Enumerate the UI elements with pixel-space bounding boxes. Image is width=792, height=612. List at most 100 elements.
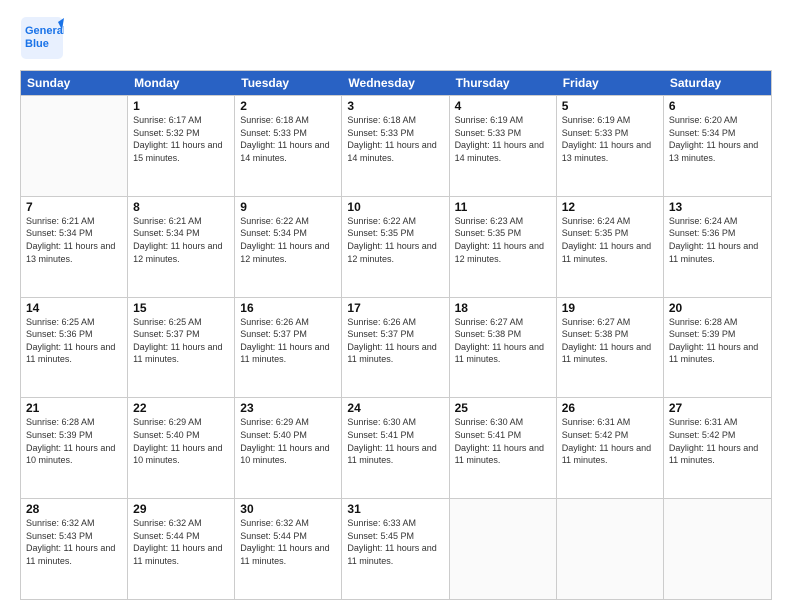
calendar-row-4: 21 Sunrise: 6:28 AMSunset: 5:39 PMDaylig…: [21, 397, 771, 498]
day-number: 16: [240, 301, 336, 315]
calendar-cell: 16 Sunrise: 6:26 AMSunset: 5:37 PMDaylig…: [235, 298, 342, 398]
day-info: Sunrise: 6:31 AMSunset: 5:42 PMDaylight:…: [562, 416, 658, 466]
page: General Blue SundayMondayTuesdayWednesda…: [0, 0, 792, 612]
day-number: 3: [347, 99, 443, 113]
calendar-cell: 5 Sunrise: 6:19 AMSunset: 5:33 PMDayligh…: [557, 96, 664, 196]
day-number: 28: [26, 502, 122, 516]
day-info: Sunrise: 6:28 AMSunset: 5:39 PMDaylight:…: [26, 416, 122, 466]
calendar-cell: 4 Sunrise: 6:19 AMSunset: 5:33 PMDayligh…: [450, 96, 557, 196]
day-info: Sunrise: 6:22 AMSunset: 5:35 PMDaylight:…: [347, 215, 443, 265]
day-info: Sunrise: 6:26 AMSunset: 5:37 PMDaylight:…: [240, 316, 336, 366]
logo: General Blue: [20, 16, 64, 60]
day-info: Sunrise: 6:18 AMSunset: 5:33 PMDaylight:…: [240, 114, 336, 164]
day-info: Sunrise: 6:30 AMSunset: 5:41 PMDaylight:…: [347, 416, 443, 466]
day-info: Sunrise: 6:26 AMSunset: 5:37 PMDaylight:…: [347, 316, 443, 366]
day-info: Sunrise: 6:30 AMSunset: 5:41 PMDaylight:…: [455, 416, 551, 466]
day-info: Sunrise: 6:22 AMSunset: 5:34 PMDaylight:…: [240, 215, 336, 265]
weekday-header-sunday: Sunday: [21, 71, 128, 95]
calendar-cell: 24 Sunrise: 6:30 AMSunset: 5:41 PMDaylig…: [342, 398, 449, 498]
weekday-header-monday: Monday: [128, 71, 235, 95]
day-number: 20: [669, 301, 766, 315]
day-number: 6: [669, 99, 766, 113]
calendar-cell: 30 Sunrise: 6:32 AMSunset: 5:44 PMDaylig…: [235, 499, 342, 599]
day-number: 30: [240, 502, 336, 516]
calendar-row-5: 28 Sunrise: 6:32 AMSunset: 5:43 PMDaylig…: [21, 498, 771, 599]
calendar-body: 1 Sunrise: 6:17 AMSunset: 5:32 PMDayligh…: [21, 95, 771, 599]
calendar-cell: [450, 499, 557, 599]
day-info: Sunrise: 6:28 AMSunset: 5:39 PMDaylight:…: [669, 316, 766, 366]
day-number: 24: [347, 401, 443, 415]
calendar-cell: 12 Sunrise: 6:24 AMSunset: 5:35 PMDaylig…: [557, 197, 664, 297]
day-number: 14: [26, 301, 122, 315]
day-number: 26: [562, 401, 658, 415]
day-info: Sunrise: 6:19 AMSunset: 5:33 PMDaylight:…: [455, 114, 551, 164]
calendar-cell: [557, 499, 664, 599]
calendar-cell: 10 Sunrise: 6:22 AMSunset: 5:35 PMDaylig…: [342, 197, 449, 297]
day-info: Sunrise: 6:29 AMSunset: 5:40 PMDaylight:…: [240, 416, 336, 466]
day-number: 4: [455, 99, 551, 113]
calendar-cell: 23 Sunrise: 6:29 AMSunset: 5:40 PMDaylig…: [235, 398, 342, 498]
day-info: Sunrise: 6:21 AMSunset: 5:34 PMDaylight:…: [133, 215, 229, 265]
calendar-cell: 9 Sunrise: 6:22 AMSunset: 5:34 PMDayligh…: [235, 197, 342, 297]
calendar-cell: 28 Sunrise: 6:32 AMSunset: 5:43 PMDaylig…: [21, 499, 128, 599]
calendar-cell: 8 Sunrise: 6:21 AMSunset: 5:34 PMDayligh…: [128, 197, 235, 297]
day-number: 29: [133, 502, 229, 516]
day-info: Sunrise: 6:31 AMSunset: 5:42 PMDaylight:…: [669, 416, 766, 466]
weekday-header-saturday: Saturday: [664, 71, 771, 95]
day-info: Sunrise: 6:32 AMSunset: 5:43 PMDaylight:…: [26, 517, 122, 567]
day-info: Sunrise: 6:20 AMSunset: 5:34 PMDaylight:…: [669, 114, 766, 164]
calendar-cell: 7 Sunrise: 6:21 AMSunset: 5:34 PMDayligh…: [21, 197, 128, 297]
day-number: 12: [562, 200, 658, 214]
day-number: 15: [133, 301, 229, 315]
day-number: 18: [455, 301, 551, 315]
day-number: 23: [240, 401, 336, 415]
day-info: Sunrise: 6:21 AMSunset: 5:34 PMDaylight:…: [26, 215, 122, 265]
calendar-cell: [664, 499, 771, 599]
day-number: 9: [240, 200, 336, 214]
svg-text:Blue: Blue: [25, 38, 49, 50]
calendar-row-1: 1 Sunrise: 6:17 AMSunset: 5:32 PMDayligh…: [21, 95, 771, 196]
day-info: Sunrise: 6:32 AMSunset: 5:44 PMDaylight:…: [133, 517, 229, 567]
day-info: Sunrise: 6:33 AMSunset: 5:45 PMDaylight:…: [347, 517, 443, 567]
weekday-header-wednesday: Wednesday: [342, 71, 449, 95]
calendar-cell: 14 Sunrise: 6:25 AMSunset: 5:36 PMDaylig…: [21, 298, 128, 398]
day-number: 31: [347, 502, 443, 516]
calendar-cell: 6 Sunrise: 6:20 AMSunset: 5:34 PMDayligh…: [664, 96, 771, 196]
calendar-cell: 20 Sunrise: 6:28 AMSunset: 5:39 PMDaylig…: [664, 298, 771, 398]
calendar-cell: 17 Sunrise: 6:26 AMSunset: 5:37 PMDaylig…: [342, 298, 449, 398]
calendar-cell: 3 Sunrise: 6:18 AMSunset: 5:33 PMDayligh…: [342, 96, 449, 196]
calendar-header: SundayMondayTuesdayWednesdayThursdayFrid…: [21, 71, 771, 95]
day-info: Sunrise: 6:25 AMSunset: 5:37 PMDaylight:…: [133, 316, 229, 366]
calendar-cell: 31 Sunrise: 6:33 AMSunset: 5:45 PMDaylig…: [342, 499, 449, 599]
weekday-header-tuesday: Tuesday: [235, 71, 342, 95]
day-number: 7: [26, 200, 122, 214]
day-number: 22: [133, 401, 229, 415]
calendar-cell: 25 Sunrise: 6:30 AMSunset: 5:41 PMDaylig…: [450, 398, 557, 498]
calendar-cell: 27 Sunrise: 6:31 AMSunset: 5:42 PMDaylig…: [664, 398, 771, 498]
day-info: Sunrise: 6:32 AMSunset: 5:44 PMDaylight:…: [240, 517, 336, 567]
day-number: 25: [455, 401, 551, 415]
day-number: 8: [133, 200, 229, 214]
day-info: Sunrise: 6:19 AMSunset: 5:33 PMDaylight:…: [562, 114, 658, 164]
day-info: Sunrise: 6:23 AMSunset: 5:35 PMDaylight:…: [455, 215, 551, 265]
calendar-cell: 15 Sunrise: 6:25 AMSunset: 5:37 PMDaylig…: [128, 298, 235, 398]
calendar-cell: 1 Sunrise: 6:17 AMSunset: 5:32 PMDayligh…: [128, 96, 235, 196]
header: General Blue: [20, 16, 772, 60]
calendar-cell: 2 Sunrise: 6:18 AMSunset: 5:33 PMDayligh…: [235, 96, 342, 196]
day-info: Sunrise: 6:25 AMSunset: 5:36 PMDaylight:…: [26, 316, 122, 366]
day-info: Sunrise: 6:27 AMSunset: 5:38 PMDaylight:…: [562, 316, 658, 366]
calendar-row-2: 7 Sunrise: 6:21 AMSunset: 5:34 PMDayligh…: [21, 196, 771, 297]
day-number: 27: [669, 401, 766, 415]
calendar-cell: 13 Sunrise: 6:24 AMSunset: 5:36 PMDaylig…: [664, 197, 771, 297]
logo-icon: General Blue: [20, 16, 64, 60]
calendar-cell: 29 Sunrise: 6:32 AMSunset: 5:44 PMDaylig…: [128, 499, 235, 599]
day-info: Sunrise: 6:29 AMSunset: 5:40 PMDaylight:…: [133, 416, 229, 466]
day-info: Sunrise: 6:18 AMSunset: 5:33 PMDaylight:…: [347, 114, 443, 164]
day-info: Sunrise: 6:24 AMSunset: 5:36 PMDaylight:…: [669, 215, 766, 265]
day-number: 11: [455, 200, 551, 214]
calendar-cell: 11 Sunrise: 6:23 AMSunset: 5:35 PMDaylig…: [450, 197, 557, 297]
day-info: Sunrise: 6:24 AMSunset: 5:35 PMDaylight:…: [562, 215, 658, 265]
weekday-header-friday: Friday: [557, 71, 664, 95]
calendar-cell: 19 Sunrise: 6:27 AMSunset: 5:38 PMDaylig…: [557, 298, 664, 398]
day-number: 5: [562, 99, 658, 113]
